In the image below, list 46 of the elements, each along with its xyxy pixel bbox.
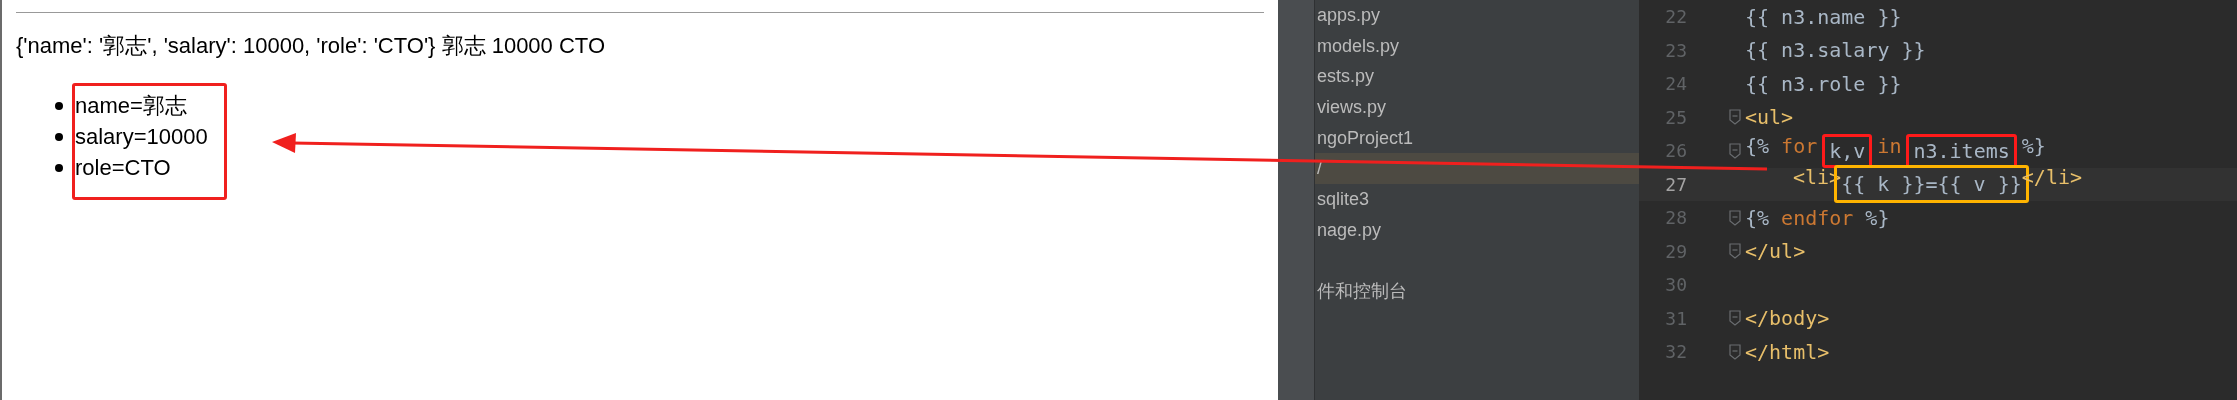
- line-number: 25: [1664, 106, 1687, 128]
- code-text: in: [1877, 133, 1902, 160]
- line-number: 24: [1664, 73, 1687, 95]
- code-text: %}: [1865, 205, 1890, 230]
- list-item-text: salary=10000: [75, 123, 208, 151]
- code-text: {%: [1745, 205, 1770, 230]
- line-number: 26: [1664, 140, 1687, 162]
- fold-icon[interactable]: [1729, 109, 1741, 126]
- code-text: </body>: [1745, 306, 1830, 331]
- list-item-text: name=郭志: [75, 92, 187, 120]
- line-number: 22: [1664, 6, 1687, 28]
- tree-item[interactable]: sqlite3: [1315, 184, 1639, 215]
- line-number: 31: [1664, 307, 1687, 329]
- tree-item[interactable]: views.py: [1315, 92, 1639, 123]
- fold-icon[interactable]: [1729, 310, 1741, 327]
- code-text: </ul>: [1745, 239, 1806, 264]
- tree-item[interactable]: ests.py: [1315, 61, 1639, 93]
- tree-item[interactable]: models.py: [1315, 30, 1639, 62]
- code-text: {{ n3.role }}: [1745, 71, 1902, 96]
- line-number: 27: [1664, 173, 1687, 195]
- code-text: </html>: [1745, 339, 1830, 364]
- code-text: <ul>: [1745, 105, 1794, 130]
- line-number: 28: [1664, 207, 1687, 229]
- summary-text: {'name': '郭志', 'salary': 10000, 'role': 'CTO'} 郭志 10000 CTO: [16, 32, 606, 60]
- line-number: 29: [1664, 240, 1687, 262]
- code-text: {{ n3.salary }}: [1745, 38, 1926, 63]
- fold-icon[interactable]: [1729, 243, 1741, 260]
- code-text: {%: [1745, 133, 1770, 160]
- fold-icon[interactable]: [1729, 209, 1741, 226]
- tree-item[interactable]: ngoProject1: [1315, 122, 1639, 154]
- tree-item[interactable]: apps.py: [1315, 0, 1639, 31]
- code-text: endfor: [1781, 205, 1854, 230]
- tree-item[interactable]: nage.py: [1315, 214, 1639, 246]
- line-number: 30: [1664, 274, 1687, 296]
- line-number: 32: [1664, 341, 1687, 363]
- tree-item[interactable]: 件和控制台: [1315, 275, 1639, 307]
- fold-icon[interactable]: [1729, 142, 1741, 159]
- code-text: %}: [2021, 133, 2046, 160]
- code-text: {{ n3.name }}: [1745, 4, 1902, 29]
- fold-icon[interactable]: [1729, 343, 1741, 360]
- code-text: for: [1781, 133, 1818, 160]
- bullet-icon: [55, 132, 63, 141]
- list-item-text: role=CTO: [75, 154, 171, 182]
- bullet-icon: [55, 163, 63, 172]
- bullet-icon: [55, 101, 63, 110]
- line-number: 23: [1664, 39, 1687, 61]
